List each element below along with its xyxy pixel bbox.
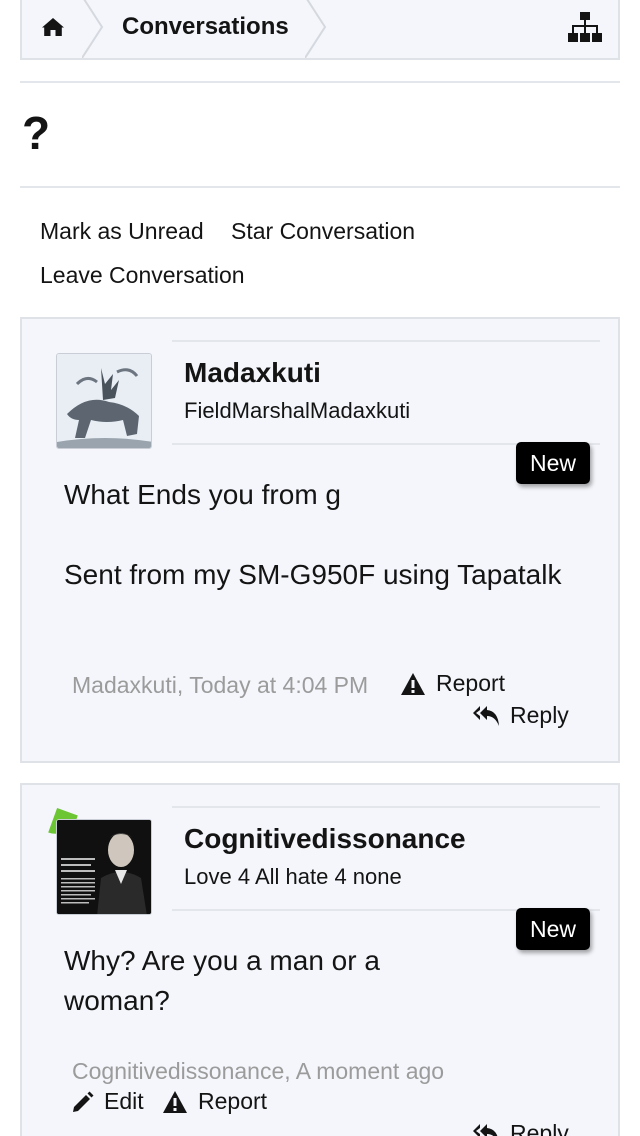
reply-label: Reply xyxy=(510,702,569,728)
message-body: What Ends you from g Sent from my SM-G95… xyxy=(64,475,564,595)
leave-conversation-link[interactable]: Leave Conversation xyxy=(40,262,245,289)
avatar-image xyxy=(57,820,151,914)
message-card: Cognitivedissonance Love 4 All hate 4 no… xyxy=(20,783,620,1136)
message-line: Sent from my SM-G950F using Tapatalk xyxy=(64,559,562,590)
report-label: Report xyxy=(198,1088,268,1114)
divider xyxy=(20,186,620,188)
message-meta[interactable]: Cognitivedissonance, A moment ago xyxy=(72,1058,444,1085)
sitemap-icon[interactable] xyxy=(568,12,602,42)
divider xyxy=(172,340,600,342)
edit-button[interactable]: Edit xyxy=(72,1088,144,1115)
breadcrumb: Conversations xyxy=(20,0,620,60)
user-title: Love 4 All hate 4 none xyxy=(184,864,402,889)
avatar[interactable] xyxy=(56,819,152,915)
breadcrumb-home[interactable] xyxy=(22,0,84,58)
username[interactable]: Cognitivedissonance xyxy=(184,823,466,855)
reply-all-icon xyxy=(473,705,499,726)
report-label: Report xyxy=(436,670,506,696)
message-meta[interactable]: Madaxkuti, Today at 4:04 PM xyxy=(72,672,368,699)
username[interactable]: Madaxkuti xyxy=(184,357,321,389)
reply-button[interactable]: Reply xyxy=(472,702,569,729)
breadcrumb-separator xyxy=(305,0,327,58)
report-button[interactable]: Report xyxy=(162,1088,267,1115)
user-title: FieldMarshalMadaxkuti xyxy=(184,398,411,423)
reply-label: Reply xyxy=(510,1120,569,1136)
divider xyxy=(172,806,600,808)
edit-label: Edit xyxy=(104,1088,144,1114)
home-icon xyxy=(42,18,64,36)
new-badge: New xyxy=(516,908,590,950)
message-body: Why? Are you a man or a woman? xyxy=(64,945,380,1016)
warning-icon xyxy=(401,672,425,695)
avatar-image xyxy=(57,354,151,448)
reply-all-icon xyxy=(473,1123,498,1136)
divider xyxy=(20,81,620,83)
mark-unread-link[interactable]: Mark as Unread xyxy=(40,218,204,245)
breadcrumb-current[interactable]: Conversations xyxy=(84,0,327,58)
star-conversation-link[interactable]: Star Conversation xyxy=(231,218,415,245)
warning-icon xyxy=(163,1090,187,1113)
pencil-icon xyxy=(73,1091,94,1112)
report-button[interactable]: Report xyxy=(400,670,505,697)
page-title: ? xyxy=(22,107,51,159)
message-line: What Ends you from g xyxy=(64,479,342,510)
avatar[interactable] xyxy=(56,353,152,449)
reply-button[interactable]: Reply xyxy=(472,1120,569,1136)
message-card: Madaxkuti FieldMarshalMadaxkuti New What… xyxy=(20,317,620,763)
